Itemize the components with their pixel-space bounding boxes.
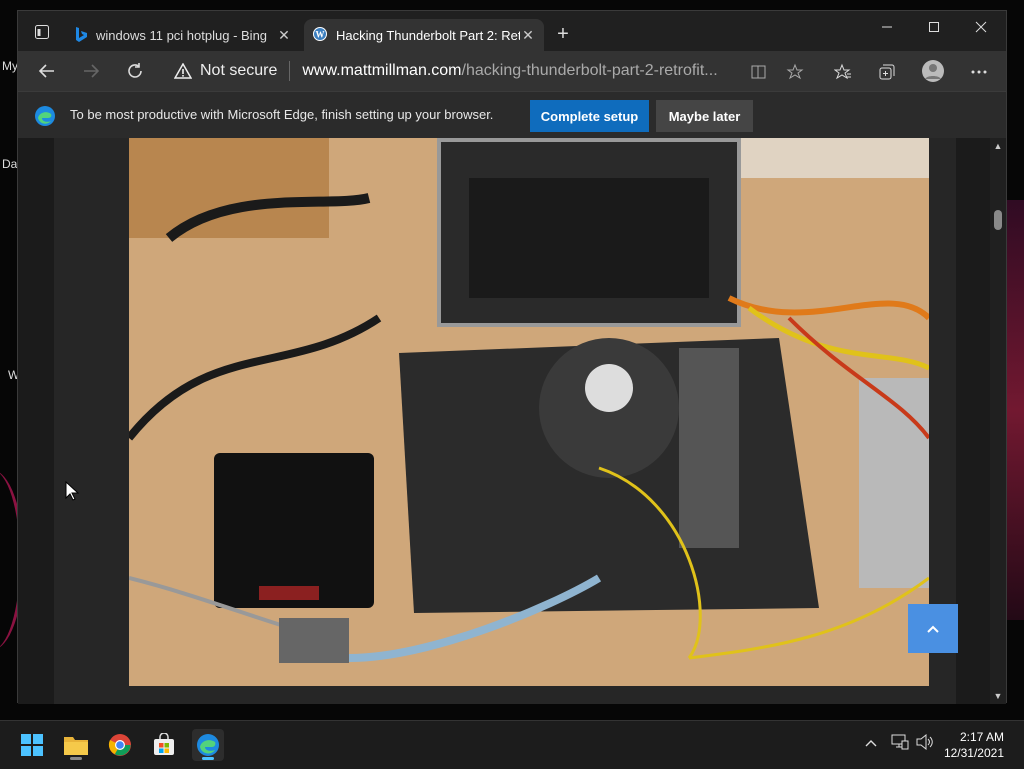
start-button[interactable] (16, 729, 48, 761)
refresh-icon (128, 63, 142, 78)
tab-title: Hacking Thunderbolt Part 2: Retr (336, 27, 520, 43)
arrow-left-icon (38, 64, 54, 78)
url-text[interactable]: www.mattmillman.com/hacking-thunderbolt-… (302, 62, 742, 80)
article-photo (129, 138, 929, 686)
start-icon (21, 734, 43, 756)
browser-window: windows 11 pci hotplug - Bing ✕ W Hackin… (17, 10, 1007, 704)
infobar-message: To be most productive with Microsoft Edg… (70, 107, 494, 122)
tab-hacking-thunderbolt[interactable]: W Hacking Thunderbolt Part 2: Retr ✕ (304, 19, 544, 51)
close-tab-icon[interactable]: ✕ (276, 27, 292, 44)
running-indicator (70, 757, 82, 760)
wallpaper-glow-right (1004, 200, 1024, 620)
edge-icon (197, 734, 219, 756)
file-explorer-button[interactable] (60, 729, 92, 761)
tab-strip: windows 11 pci hotplug - Bing ✕ W Hackin… (18, 11, 1006, 51)
browser-toolbar: Not secure www.mattmillman.com/hacking-t… (18, 51, 1006, 91)
address-divider (289, 61, 291, 81)
favorites-icon[interactable] (832, 61, 854, 83)
clock-date: 12/31/2021 (943, 746, 1004, 760)
desktop-icon-label[interactable]: My (2, 59, 18, 73)
chrome-icon (108, 734, 131, 756)
site-security-indicator[interactable]: Not secure (164, 62, 277, 80)
edge-button[interactable] (192, 729, 224, 761)
chrome-button[interactable] (104, 729, 136, 761)
svg-text:W: W (316, 29, 325, 39)
add-favorite-icon[interactable] (784, 61, 806, 83)
url-path: /hacking-thunderbolt-part-2-retrofit... (461, 62, 718, 79)
clock-time: 2:17 AM (959, 730, 1004, 744)
arrow-right-icon (84, 64, 100, 78)
mouse-cursor-icon (65, 480, 80, 506)
more-options-icon[interactable] (968, 61, 990, 83)
back-button[interactable] (32, 57, 62, 85)
scroll-thumb[interactable] (994, 210, 1002, 230)
edge-logo-icon (34, 105, 56, 132)
page-scrollbar[interactable]: ▲ ▼ (990, 138, 1006, 704)
tab-actions-icon[interactable] (28, 21, 56, 43)
taskbar: 2:17 AM 12/31/2021 (0, 720, 1024, 769)
warning-icon (174, 63, 192, 79)
desktop-icon-label[interactable]: Da (2, 157, 17, 171)
system-clock[interactable]: 2:17 AM 12/31/2021 (944, 729, 1004, 761)
article-column (54, 138, 956, 704)
scroll-to-top-button[interactable] (908, 604, 958, 653)
forward-button[interactable] (76, 57, 106, 85)
tab-title: windows 11 pci hotplug - Bing (96, 27, 268, 43)
store-button[interactable] (148, 729, 180, 761)
maximize-button[interactable] (911, 11, 957, 43)
tab-bing-search[interactable]: windows 11 pci hotplug - Bing ✕ (66, 19, 300, 51)
bing-icon (74, 26, 88, 45)
security-label: Not secure (200, 62, 278, 79)
setup-infobar: To be most productive with Microsoft Edg… (18, 91, 1006, 138)
profile-avatar-icon[interactable] (921, 59, 945, 83)
new-tab-button[interactable]: + (552, 23, 574, 45)
refresh-button[interactable] (120, 57, 150, 85)
url-host: www.mattmillman.com (302, 62, 462, 79)
wordpress-icon: W (312, 26, 328, 45)
complete-setup-button[interactable]: Complete setup (530, 100, 649, 132)
scroll-up-icon[interactable]: ▲ (993, 141, 1003, 151)
running-indicator (202, 757, 214, 760)
store-icon (154, 733, 174, 755)
show-hidden-icons-icon[interactable] (864, 735, 878, 753)
volume-icon[interactable] (916, 733, 934, 755)
chevron-up-icon (927, 625, 939, 633)
close-tab-icon[interactable]: ✕ (520, 27, 536, 44)
network-icon[interactable] (891, 734, 909, 755)
address-bar[interactable]: Not secure www.mattmillman.com/hacking-t… (164, 56, 840, 86)
maybe-later-button[interactable]: Maybe later (656, 100, 753, 132)
collections-icon[interactable] (876, 61, 898, 83)
page-content (18, 138, 992, 704)
close-window-button[interactable] (958, 11, 1004, 43)
file-explorer-icon (64, 737, 88, 755)
minimize-button[interactable] (864, 11, 910, 43)
scroll-down-icon[interactable]: ▼ (993, 691, 1003, 701)
reader-view-icon[interactable] (748, 61, 770, 83)
